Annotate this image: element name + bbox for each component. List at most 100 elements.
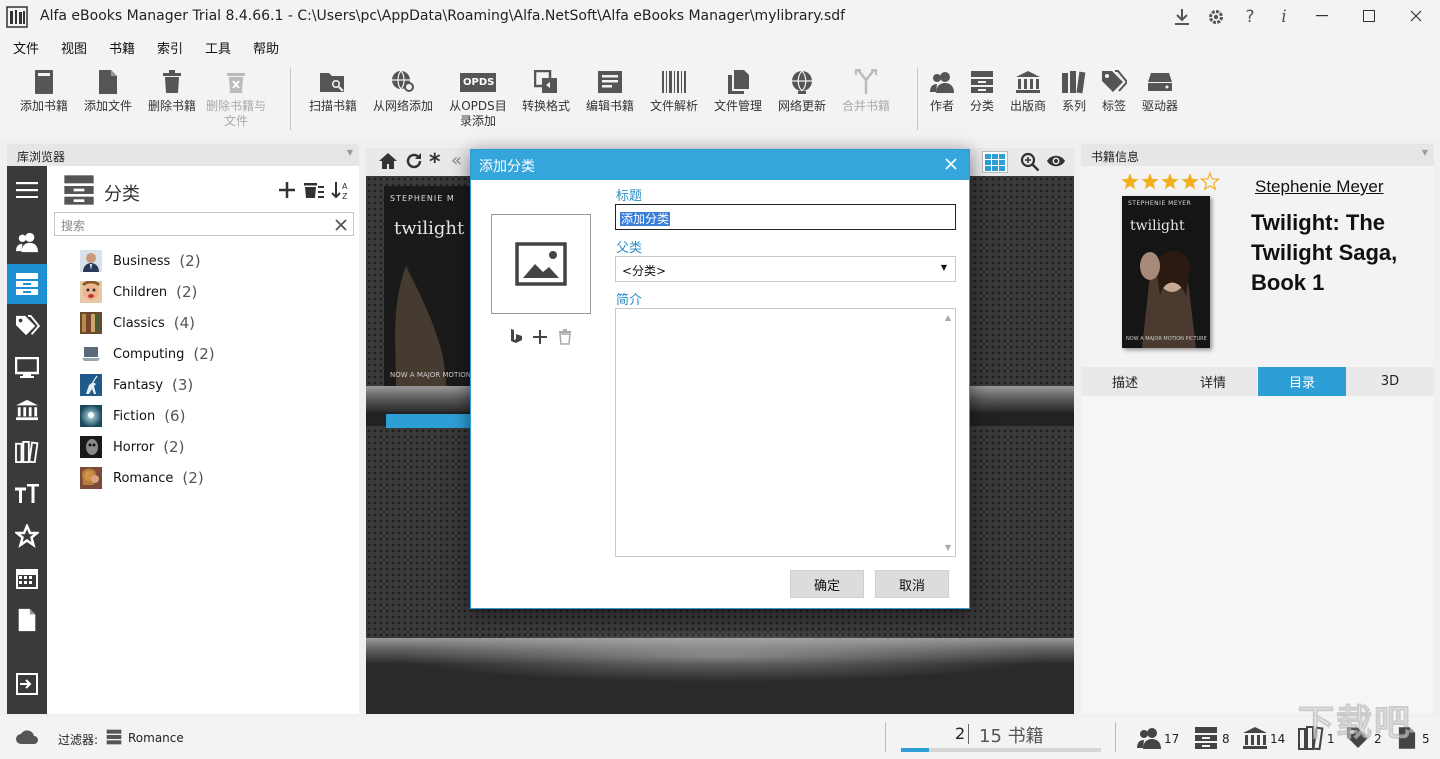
parent-select[interactable]: <分类> ▼ <box>615 256 956 282</box>
scan-books-button[interactable]: 扫描书籍 <box>301 68 365 114</box>
clear-search-icon[interactable] <box>335 215 347 231</box>
dialog-close-icon[interactable] <box>945 158 957 170</box>
parent-label: 父类 <box>616 237 642 256</box>
star-empty-icon[interactable] <box>1201 173 1218 189</box>
drives-button[interactable]: 驱动器 <box>1128 68 1192 114</box>
menu-file[interactable]: 文件 <box>13 38 39 57</box>
add-from-opds-button[interactable]: OPDS 从OPDS目录添加 <box>446 68 510 129</box>
menu-help[interactable]: 帮助 <box>253 38 279 57</box>
info-icon[interactable]: i <box>1274 7 1294 27</box>
category-row-romance[interactable]: Romance (2) <box>80 466 204 490</box>
cloud-icon[interactable] <box>15 729 39 745</box>
category-row-business[interactable]: Business (2) <box>80 249 201 273</box>
globe-icon <box>788 68 816 96</box>
progress-fill <box>901 748 929 752</box>
title-label: 标题 <box>616 185 642 204</box>
add-from-web-button[interactable]: 从网络添加 <box>371 68 435 114</box>
categories-count: 8 <box>1222 732 1230 746</box>
file-nav-icon[interactable] <box>7 600 47 640</box>
refresh-icon[interactable] <box>405 152 423 170</box>
home-icon[interactable] <box>378 152 398 170</box>
scroll-up-icon[interactable]: ▲ <box>945 313 951 322</box>
add-icon[interactable] <box>278 181 296 199</box>
edit-book-button[interactable]: 编辑书籍 <box>578 68 642 114</box>
category-row-fiction[interactable]: Fiction (6) <box>80 404 185 428</box>
gear-icon[interactable] <box>1206 7 1226 27</box>
tab-contents[interactable]: 目录 <box>1258 367 1346 396</box>
collapse-left-icon[interactable]: « <box>451 150 462 171</box>
star-filled-icon[interactable] <box>1181 173 1198 189</box>
web-update-button[interactable]: 网络更新 <box>770 68 834 114</box>
category-row-computing[interactable]: Computing (2) <box>80 342 215 366</box>
cancel-button[interactable]: 取消 <box>875 570 949 598</box>
publishers-nav-icon[interactable] <box>7 390 47 430</box>
parse-file-button[interactable]: 文件解析 <box>642 68 706 114</box>
add-image-icon[interactable] <box>532 329 548 345</box>
delete-list-icon[interactable] <box>303 181 325 199</box>
monitor-nav-icon[interactable] <box>7 348 47 388</box>
files-count: 5 <box>1422 732 1430 746</box>
categories-nav-icon[interactable] <box>7 264 47 304</box>
delete-book-file-button[interactable]: 删除书籍与文件 <box>204 68 268 129</box>
menu-index[interactable]: 索引 <box>157 38 183 57</box>
category-row-fantasy[interactable]: Fantasy (3) <box>80 373 193 397</box>
chevron-down-icon[interactable]: ▼ <box>347 148 353 157</box>
calendar-nav-icon[interactable] <box>7 558 47 598</box>
book-info-header: 书籍信息 ▼ <box>1081 144 1434 166</box>
hamburger-menu-icon[interactable] <box>7 170 47 210</box>
tags-nav-icon[interactable] <box>7 306 47 346</box>
menu-books[interactable]: 书籍 <box>109 38 135 57</box>
maximize-button[interactable] <box>1345 0 1393 32</box>
sort-az-icon[interactable]: AZ <box>331 180 351 200</box>
title-input[interactable]: 添加分类 <box>615 204 956 230</box>
menu-tools[interactable]: 工具 <box>205 38 231 57</box>
eye-icon[interactable] <box>1046 153 1066 169</box>
book-cover[interactable]: STEPHENIE MEYER twilight NOW A MAJOR MOT… <box>1122 196 1210 348</box>
close-button[interactable] <box>1392 0 1440 32</box>
rating-stars[interactable] <box>1120 170 1220 194</box>
zoom-icon[interactable] <box>1020 152 1040 172</box>
add-book-button[interactable]: 添加书籍 <box>12 68 76 114</box>
add-file-button[interactable]: 添加文件 <box>76 68 140 114</box>
star-filled-icon[interactable] <box>1141 173 1158 189</box>
star-filled-icon[interactable] <box>1161 173 1178 189</box>
asterisk-icon[interactable]: * <box>429 150 441 175</box>
description-textarea[interactable]: ▲ ▼ <box>615 308 956 557</box>
tab-description[interactable]: 描述 <box>1081 367 1169 396</box>
download-icon[interactable] <box>1172 7 1192 27</box>
bing-icon[interactable] <box>509 328 523 344</box>
category-row-children[interactable]: Children (2) <box>80 280 197 304</box>
category-row-horror[interactable]: Horror (2) <box>80 435 184 459</box>
category-row-classics[interactable]: Classics (4) <box>80 311 195 335</box>
delete-image-icon[interactable] <box>558 329 572 345</box>
menu-view[interactable]: 视图 <box>61 38 87 57</box>
search-input[interactable]: 搜索 <box>54 212 354 236</box>
grid-view-icon[interactable] <box>982 151 1008 173</box>
convert-button[interactable]: 转换格式 <box>514 68 578 114</box>
ok-button[interactable]: 确定 <box>790 570 864 598</box>
chevron-down-icon[interactable]: ▼ <box>1422 148 1428 157</box>
delete-book-button[interactable]: 删除书籍 <box>140 68 204 114</box>
tab-details[interactable]: 详情 <box>1169 367 1257 396</box>
shelf-book-cover[interactable] <box>384 186 484 386</box>
category-image-placeholder[interactable] <box>491 214 591 314</box>
description-label: 简介 <box>616 289 642 308</box>
minimize-button[interactable] <box>1298 0 1346 32</box>
book-author-link[interactable]: Stephenie Meyer <box>1255 177 1384 197</box>
scroll-down-icon[interactable]: ▼ <box>945 543 951 552</box>
folder-search-icon <box>319 68 347 96</box>
edit-book-icon <box>596 68 624 96</box>
tab-3d[interactable]: 3D <box>1346 367 1434 396</box>
exit-icon[interactable] <box>7 664 47 704</box>
barcode-icon <box>660 68 688 96</box>
help-icon[interactable]: ? <box>1240 7 1260 27</box>
merge-books-button[interactable]: 合并书籍 <box>834 68 898 114</box>
authors-nav-icon[interactable] <box>7 222 47 262</box>
star-nav-icon[interactable] <box>7 516 47 556</box>
text-size-nav-icon[interactable] <box>7 474 47 514</box>
series-nav-icon[interactable] <box>7 432 47 472</box>
drive-icon <box>1146 68 1174 96</box>
menu-bar: 文件 视图 书籍 索引 工具 帮助 <box>0 34 1440 60</box>
star-filled-icon[interactable] <box>1121 173 1138 189</box>
file-manage-button[interactable]: 文件管理 <box>706 68 770 114</box>
